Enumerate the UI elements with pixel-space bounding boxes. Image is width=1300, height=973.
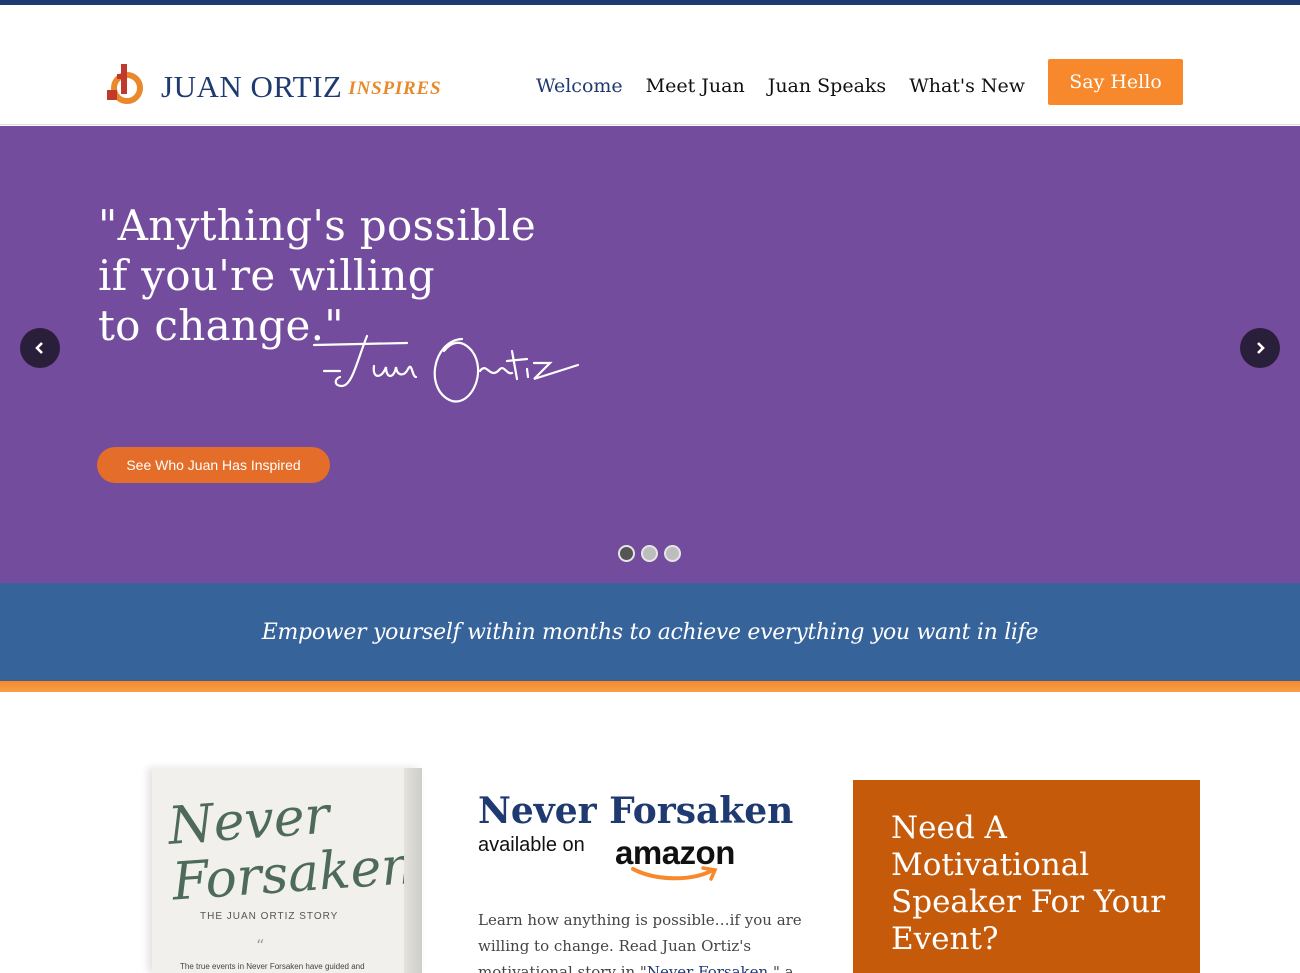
available-on-label: available on <box>478 834 585 856</box>
never-forsaken-link[interactable]: Never Forsaken <box>647 963 768 973</box>
quote-line: "Anything's possible <box>98 201 537 250</box>
book-cover-blurb: The true events in Never Forsaken have g… <box>180 962 365 971</box>
slider-dot-2[interactable] <box>641 545 658 562</box>
hero-slider: "Anything's possible if you're willing t… <box>0 126 1300 583</box>
slider-pagination <box>618 545 687 562</box>
speaker-cta-box[interactable]: Need A Motivational Speaker For Your Eve… <box>853 780 1200 973</box>
site-header: JUAN ORTIZ INSPIRES Welcome Meet Juan Ju… <box>0 5 1300 125</box>
promo-title: Never Forsaken <box>478 790 794 832</box>
hero-quote: "Anything's possible if you're willing t… <box>98 201 568 351</box>
speaker-cta-heading: Need A Motivational Speaker For Your Eve… <box>891 810 1166 957</box>
nav-juan-speaks[interactable]: Juan Speaks <box>768 75 886 97</box>
book-spine <box>404 768 422 973</box>
site-logo[interactable]: JUAN ORTIZ INSPIRES <box>105 60 441 104</box>
promo-body: Learn how anything is possible…if you ar… <box>478 907 808 973</box>
say-hello-button[interactable]: Say Hello <box>1048 59 1183 105</box>
slider-next-button[interactable] <box>1240 328 1280 368</box>
book-cover-image[interactable]: Never Forsaken THE JUAN ORTIZ STORY “ Th… <box>152 768 422 973</box>
see-who-inspired-button[interactable]: See Who Juan Has Inspired <box>97 447 330 483</box>
book-cover-title: Never Forsaken <box>166 785 417 913</box>
slider-prev-button[interactable] <box>20 328 60 368</box>
slider-dot-3[interactable] <box>664 545 681 562</box>
logo-name: JUAN ORTIZ <box>161 69 343 104</box>
amazon-logo[interactable]: amazon <box>615 835 735 881</box>
orange-divider <box>0 681 1300 692</box>
logo-mark-icon <box>107 64 143 104</box>
book-cover-subtitle: THE JUAN ORTIZ STORY <box>200 911 339 922</box>
nav-welcome[interactable]: Welcome <box>536 75 623 97</box>
chevron-left-icon <box>35 342 43 354</box>
quote-line: if you're willing <box>98 251 435 300</box>
signature-image <box>312 334 580 403</box>
main-nav: Welcome Meet Juan Juan Speaks What's New <box>536 75 1048 97</box>
quote-mark-icon: “ <box>256 936 265 955</box>
nav-whats-new[interactable]: What's New <box>909 75 1025 97</box>
tagline-text: Empower yourself within months to achiev… <box>261 619 1039 645</box>
nav-meet-juan[interactable]: Meet Juan <box>646 75 745 97</box>
logo-tagline: INSPIRES <box>348 78 442 99</box>
tagline-band: Empower yourself within months to achiev… <box>0 583 1300 681</box>
chevron-right-icon <box>1257 342 1265 354</box>
slider-dot-1[interactable] <box>618 545 635 562</box>
promo-body-tail: ," a <box>768 963 794 973</box>
amazon-smile-icon <box>631 866 718 881</box>
